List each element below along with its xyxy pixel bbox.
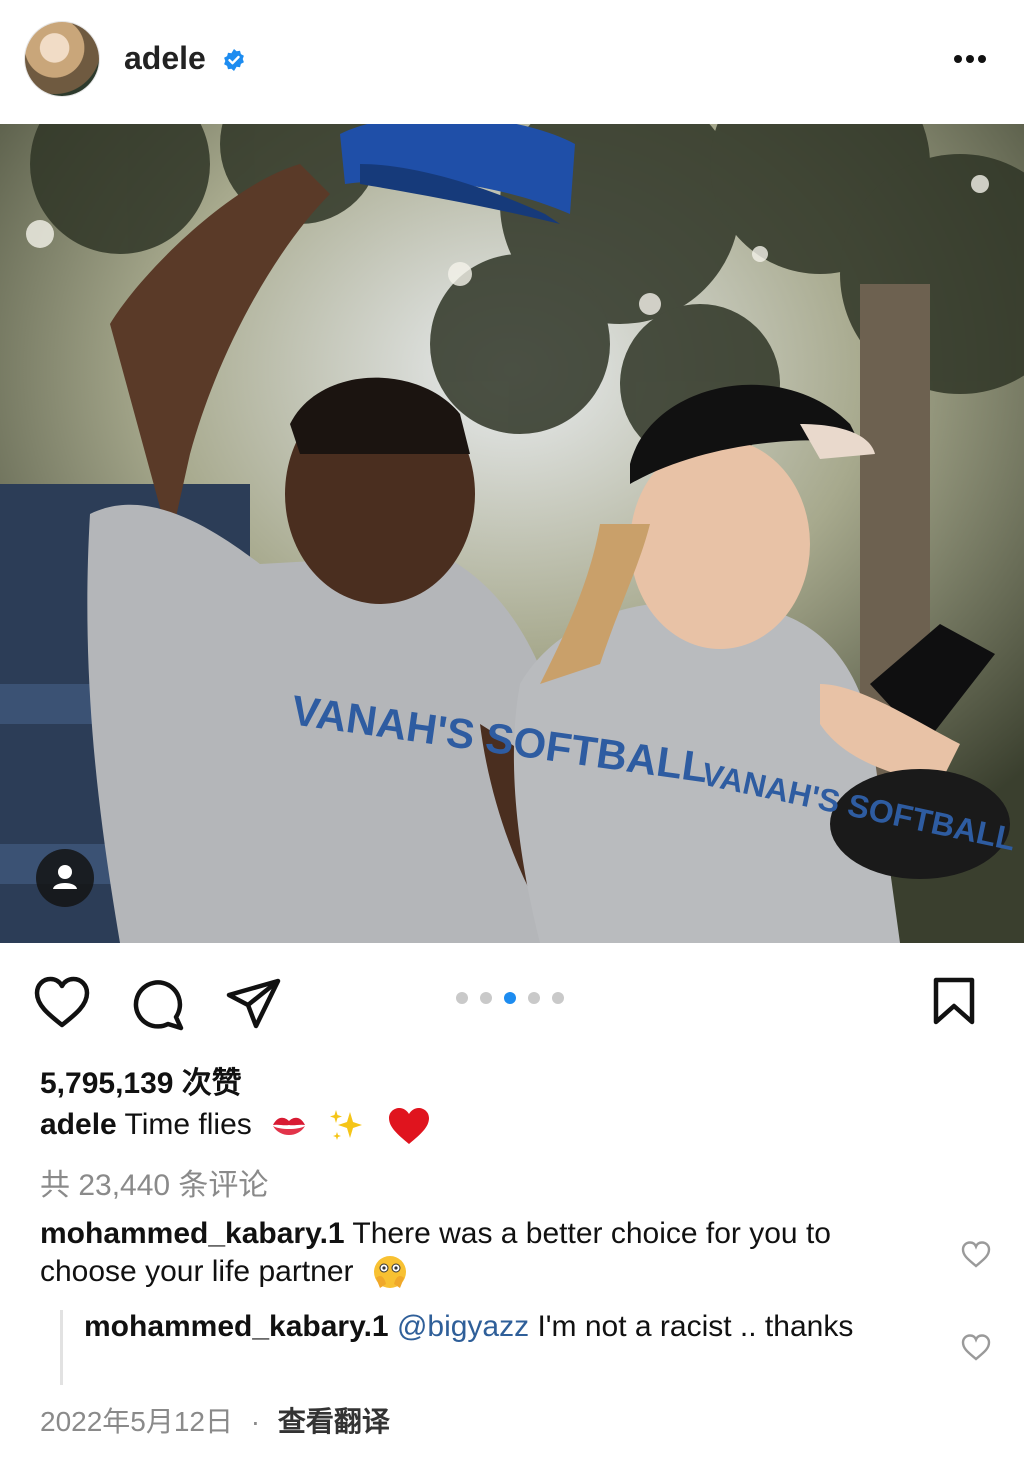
carousel-dot xyxy=(528,991,540,1004)
view-all-comments-link[interactable]: 共 23,440 条评论 xyxy=(40,1160,268,1204)
carousel-indicator xyxy=(456,989,576,1004)
see-translation-link[interactable]: 查看翻译 xyxy=(278,1406,390,1437)
tagged-users-button[interactable] xyxy=(36,849,94,907)
photo-illustration: VANAH'S SOFTBALL VANAH'S SOFTBALL xyxy=(0,124,1024,943)
more-options-icon[interactable] xyxy=(948,45,992,73)
post-header: adele xyxy=(0,0,1024,124)
caption-text: Time flies xyxy=(124,1107,252,1141)
footer-separator: · xyxy=(250,1406,261,1437)
share-paper-plane-icon[interactable] xyxy=(226,977,282,1029)
caption-username[interactable]: adele xyxy=(40,1108,117,1141)
comment-icon[interactable] xyxy=(129,976,185,1032)
like-heart-icon[interactable] xyxy=(33,976,91,1028)
reply-item: mohammed_kabary.1 @bigyazz I'm not a rac… xyxy=(84,1308,924,1346)
post-username[interactable]: adele xyxy=(124,40,206,77)
sparkles-icon xyxy=(330,1110,363,1140)
post-photo[interactable]: VANAH'S SOFTBALL VANAH'S SOFTBALL xyxy=(0,124,1024,943)
caption: adele Time flies xyxy=(40,1106,431,1146)
comment-like-icon[interactable] xyxy=(961,1240,991,1268)
reply-like-icon[interactable] xyxy=(961,1333,991,1361)
avatar[interactable] xyxy=(25,22,99,96)
likes-count[interactable]: 5,795,139 次赞 xyxy=(40,1058,242,1102)
comment-username[interactable]: mohammed_kabary.1 xyxy=(40,1217,345,1250)
reply-mention[interactable]: @bigyazz xyxy=(397,1310,529,1343)
comment-item: mohammed_kabary.1 There was a better cho… xyxy=(40,1215,920,1292)
post-footer: 2022年5月12日 · 查看翻译 xyxy=(40,1400,390,1440)
verified-badge-icon xyxy=(224,49,244,71)
carousel-dot xyxy=(552,991,564,1004)
save-bookmark-icon[interactable] xyxy=(931,976,977,1026)
person-icon xyxy=(53,865,77,889)
kiss-mark-icon xyxy=(273,1117,306,1135)
post-date: 2022年5月12日 xyxy=(40,1406,234,1437)
carousel-dot xyxy=(456,991,468,1004)
flushed-face-hands-icon xyxy=(373,1256,406,1289)
reply-text: I'm not a racist .. thanks xyxy=(537,1310,854,1343)
carousel-dot-active xyxy=(504,991,516,1004)
red-heart-icon xyxy=(388,1108,429,1144)
reply-thread-line xyxy=(60,1310,63,1385)
reply-username[interactable]: mohammed_kabary.1 xyxy=(84,1310,389,1343)
carousel-dot xyxy=(480,991,492,1004)
